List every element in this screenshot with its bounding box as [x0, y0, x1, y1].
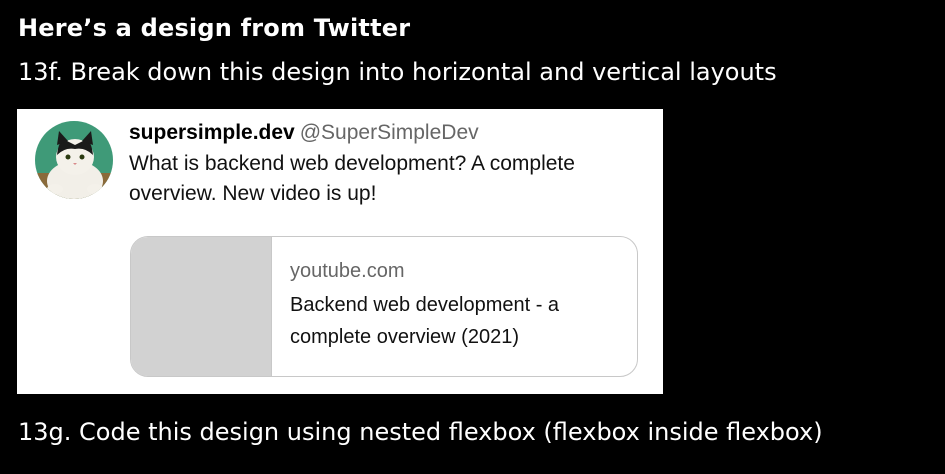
cat-avatar-icon[interactable]: [35, 121, 113, 199]
tweet-card: supersimple.dev @SuperSimpleDev What is b…: [17, 109, 663, 394]
slide-title: Here’s a design from Twitter: [18, 14, 411, 42]
tweet-body: supersimple.dev @SuperSimpleDev What is b…: [129, 119, 649, 209]
instruction-13g: 13g. Code this design using nested flexb…: [18, 418, 823, 446]
tweet-header: supersimple.dev @SuperSimpleDev: [129, 119, 649, 147]
preview-domain: youtube.com: [290, 260, 405, 282]
author-name[interactable]: supersimple.dev: [129, 121, 295, 144]
preview-thumbnail: [131, 237, 272, 376]
preview-info: youtube.com Backend web development - a …: [272, 237, 610, 376]
author-handle[interactable]: @SuperSimpleDev: [300, 121, 479, 144]
tweet-text: What is backend web development? A compl…: [129, 152, 575, 205]
link-preview-card[interactable]: youtube.com Backend web development - a …: [130, 236, 638, 377]
preview-title: Backend web development - a complete ove…: [290, 294, 560, 348]
instruction-13f: 13f. Break down this design into horizon…: [18, 58, 777, 86]
